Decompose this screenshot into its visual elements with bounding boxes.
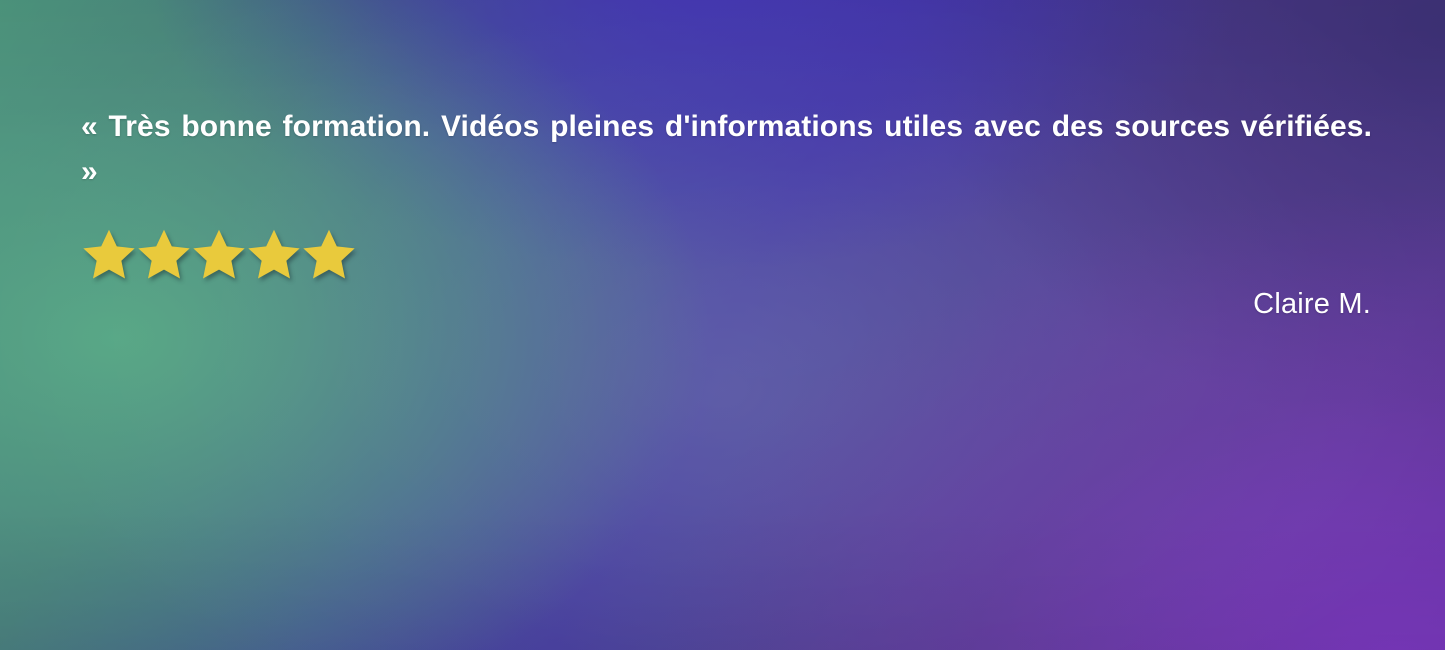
star-icon — [83, 229, 135, 279]
star-icon — [193, 229, 245, 279]
star-icon — [138, 229, 190, 279]
star-rating — [80, 226, 355, 282]
star-icon — [303, 229, 355, 279]
testimonial-slide: « Très bonne formation. Vidéos pleines d… — [0, 0, 1445, 650]
testimonial-author: Claire M. — [1253, 288, 1371, 320]
star-icon — [248, 229, 300, 279]
testimonial-quote: « Très bonne formation. Vidéos pleines d… — [81, 110, 1372, 188]
